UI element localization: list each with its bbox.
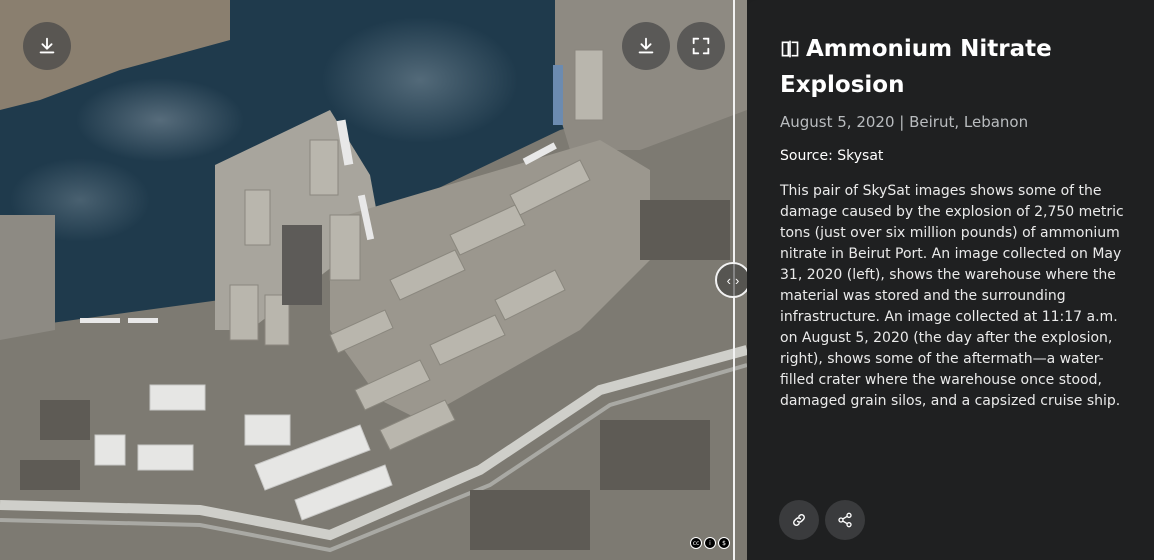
share-icon	[838, 512, 852, 528]
download-right-button[interactable]	[622, 22, 670, 70]
title-row: Ammonium Nitrate Explosion	[780, 31, 1130, 103]
comparison-slider-handle[interactable]: ‹ ›	[715, 262, 747, 298]
link-icon	[793, 514, 805, 526]
fullscreen-button[interactable]	[677, 22, 725, 70]
download-icon	[39, 37, 55, 54]
satellite-image-comparison[interactable]: ‹ › cc i $	[0, 0, 747, 560]
chevron-left-icon: ‹	[726, 272, 731, 288]
grain-silos	[282, 225, 322, 305]
share-button[interactable]	[825, 500, 865, 540]
description: This pair of SkySat images shows some of…	[780, 183, 1124, 409]
cc-icon: cc	[690, 537, 702, 549]
left-pier-land	[0, 215, 55, 340]
chevron-right-icon: ›	[735, 272, 740, 288]
license-badges[interactable]: cc i $	[690, 537, 730, 549]
attribution-icon: i	[704, 537, 716, 549]
noncommercial-icon: $	[718, 537, 730, 549]
info-panel: Ammonium Nitrate Explosion August 5, 202…	[747, 0, 1154, 560]
page-title: Ammonium Nitrate Explosion	[780, 31, 1130, 103]
download-icon	[638, 37, 654, 54]
source-label: Source: Skysat	[780, 148, 884, 164]
download-left-button[interactable]	[23, 22, 71, 70]
copy-link-button[interactable]	[779, 500, 819, 540]
date-location: August 5, 2020 | Beirut, Lebanon	[780, 113, 1029, 131]
compare-icon	[781, 40, 799, 58]
fullscreen-icon	[692, 37, 710, 55]
title-text: Ammonium Nitrate Explosion	[780, 36, 1052, 98]
satellite-image	[0, 0, 747, 560]
